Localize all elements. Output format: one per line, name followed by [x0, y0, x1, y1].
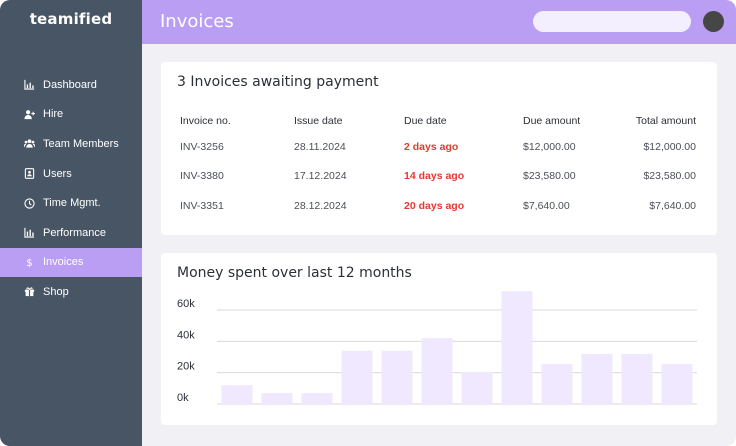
column-header-issue-date: Issue date: [294, 115, 343, 127]
invoices-table-body: INV-3256 28.11.2024 2 days ago $12,000.00 $1…: [180, 132, 696, 221]
sidebar-item-label: Invoices: [43, 256, 84, 269]
sidebar-item-dashboard[interactable]: Dashboard: [0, 70, 142, 100]
chart-bar: [341, 350, 373, 404]
chart-bar: [221, 385, 253, 404]
chart-bar: [501, 291, 533, 404]
sidebar-item-label: Hire: [43, 108, 64, 121]
table-row[interactable]: INV-3380 17.12.2024 14 days ago $23,580.00 $…: [180, 162, 696, 192]
chart-bar: [381, 350, 413, 404]
sidebar-item-label: Time Mgmt.: [43, 197, 101, 210]
chart-bar: [541, 364, 573, 404]
chart-card: Money spent over last 12 months 0k 20k 40k…: [161, 253, 717, 425]
y-tick-label: 60k: [177, 298, 195, 310]
sidebar-item-label: Performance: [43, 226, 106, 239]
chart-bar: [301, 393, 333, 404]
issue-date-cell: 17.12.2024: [294, 170, 347, 183]
chart-bar: [661, 364, 693, 404]
chart-icon: [23, 79, 35, 91]
due-date-cell: 2 days ago: [404, 140, 459, 153]
sidebar-item-label: Users: [43, 167, 72, 180]
invoice-number-cell: INV-3351: [180, 199, 224, 212]
y-tick-label: 20k: [177, 361, 195, 373]
y-tick-label: 40k: [177, 329, 195, 341]
issue-date-cell: 28.11.2024: [294, 140, 346, 153]
total-amount-cell: $7,640.00: [649, 199, 696, 212]
chart-bar: [461, 371, 493, 404]
clock-icon: [23, 197, 35, 209]
add-user-icon: [23, 108, 35, 120]
sidebar-item-performance[interactable]: Performance: [0, 218, 142, 248]
chart-bar: [581, 353, 613, 404]
svg-text:$: $: [26, 258, 32, 268]
sidebar-item-label: Team Members: [43, 137, 119, 150]
due-date-cell: 14 days ago: [404, 170, 465, 183]
gift-icon: [23, 286, 35, 298]
due-amount-cell: $23,580.00: [523, 170, 576, 183]
sidebar-item-users[interactable]: Users: [0, 159, 142, 189]
due-amount-cell: $12,000.00: [523, 140, 576, 153]
issue-date-cell: 28.12.2024: [294, 199, 347, 212]
sidebar-item-time-mgmt[interactable]: Time Mgmt.: [0, 188, 142, 218]
y-tick-label: 0k: [177, 392, 189, 404]
due-date-cell: 20 days ago: [404, 199, 465, 212]
team-icon: [23, 138, 35, 150]
total-amount-cell: $23,580.00: [643, 170, 696, 183]
invoices-card: 3 Invoices awaiting payment Invoice no. …: [161, 62, 717, 235]
table-row[interactable]: INV-3351 28.12.2024 20 days ago $7,640.00 $7…: [180, 191, 696, 221]
sidebar-item-label: Shop: [43, 285, 69, 298]
search-input[interactable]: [533, 11, 691, 32]
total-amount-cell: $12,000.00: [643, 140, 696, 153]
column-header-due-amount: Due amount: [523, 115, 581, 127]
invoices-table: Invoice no. Issue date Due date Due amou…: [180, 110, 696, 221]
dollar-icon: $: [23, 256, 35, 268]
avatar[interactable]: [703, 11, 724, 32]
due-amount-cell: $7,640.00: [523, 199, 570, 212]
invoices-title: 3 Invoices awaiting payment: [177, 74, 379, 90]
column-header-total-amount: Total amount: [635, 115, 696, 127]
sidebar-item-hire[interactable]: Hire: [0, 100, 142, 130]
sidebar: teamified Dashboard Hire Team Members Users…: [0, 0, 142, 446]
bar-chart-icon: [23, 227, 35, 239]
sidebar-nav: Dashboard Hire Team Members Users Time Mgmt.…: [0, 70, 142, 307]
app-window: teamified Dashboard Hire Team Members Users…: [0, 0, 736, 446]
column-header-invoice-no: Invoice no.: [180, 115, 231, 127]
user-card-icon: [23, 168, 35, 180]
sidebar-item-label: Dashboard: [43, 78, 97, 91]
spending-bar-chart: 0k 20k 40k 60k: [177, 291, 697, 405]
sidebar-item-invoices[interactable]: $ Invoices: [0, 247, 142, 278]
invoice-number-cell: INV-3380: [180, 170, 224, 183]
table-row[interactable]: INV-3256 28.11.2024 2 days ago $12,000.00 $1…: [180, 132, 696, 162]
column-header-due-date: Due date: [404, 115, 447, 127]
logo: teamified: [29, 10, 113, 28]
chart-bar: [621, 353, 653, 404]
sidebar-item-team-members[interactable]: Team Members: [0, 129, 142, 159]
chart-bar: [421, 338, 453, 404]
header: Invoices: [142, 0, 736, 44]
sidebar-item-shop[interactable]: Shop: [0, 277, 142, 307]
page-title: Invoices: [160, 11, 234, 32]
chart-bar: [261, 393, 293, 404]
invoice-number-cell: INV-3256: [180, 140, 224, 153]
table-header-row: Invoice no. Issue date Due date Due amou…: [180, 110, 696, 132]
